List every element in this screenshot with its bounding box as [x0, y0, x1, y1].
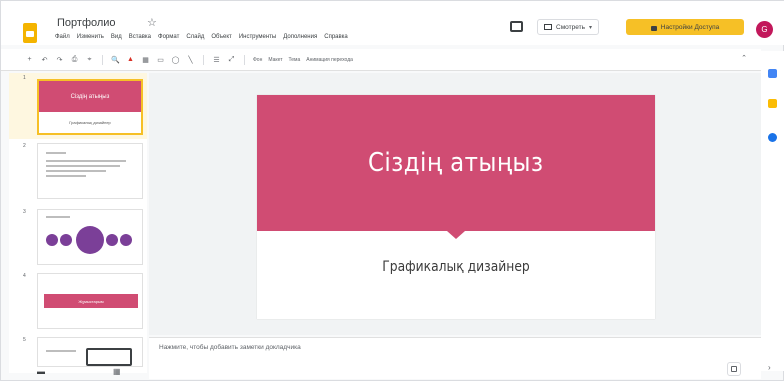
- thumbnail-text-line: [46, 160, 126, 162]
- chevron-down-icon[interactable]: ▾: [589, 24, 592, 31]
- menu-format[interactable]: Формат: [158, 34, 179, 40]
- line-icon[interactable]: ╲: [186, 55, 195, 64]
- filmstrip-slide[interactable]: 3: [9, 207, 147, 269]
- slide-title-band: Сіздің атыңыз: [257, 95, 655, 231]
- thumbnail-circle: [120, 234, 132, 246]
- thumbnail-text-line: [46, 175, 86, 177]
- print-icon[interactable]: ⎙: [70, 55, 79, 64]
- redo-icon[interactable]: ↷: [55, 55, 64, 64]
- keep-icon[interactable]: [768, 99, 777, 108]
- layout-button[interactable]: Макет: [268, 57, 282, 63]
- filmstrip-view-icon[interactable]: ▬: [37, 367, 45, 376]
- thumbnail-circle: [76, 226, 104, 254]
- menu-file[interactable]: Файл: [55, 34, 70, 40]
- slide-thumbnail[interactable]: Жұмыстарым: [37, 273, 143, 329]
- slide-thumbnail[interactable]: [37, 337, 143, 367]
- menu-view[interactable]: Вид: [111, 34, 122, 40]
- thumbnail-text-line: [46, 216, 70, 218]
- image-icon[interactable]: ▭: [156, 55, 165, 64]
- slide-arrow-decoration: [447, 231, 465, 239]
- background-button[interactable]: Фон: [253, 57, 262, 63]
- thumbnail-device-image: [86, 348, 132, 366]
- menu-addons[interactable]: Дополнения: [283, 34, 317, 40]
- slide-number: 3: [23, 209, 26, 215]
- slide-thumbnail[interactable]: [37, 209, 143, 265]
- explore-icon: [731, 366, 737, 372]
- slide-subtitle[interactable]: Графикалық дизайнер: [281, 259, 631, 275]
- share-label: Настройки Доступа: [660, 23, 720, 31]
- filmstrip-slide[interactable]: 4 Жұмыстарым: [9, 271, 147, 333]
- comment-icon[interactable]: [510, 21, 523, 32]
- slide-number: 5: [23, 337, 26, 343]
- current-slide[interactable]: Сіздің атыңыз Графикалық дизайнер: [257, 95, 655, 319]
- toolbar-divider: [102, 54, 103, 65]
- present-label: Смотреть: [556, 23, 585, 31]
- toolbar-divider: [203, 54, 204, 65]
- thumbnail-subtitle: Графикалық дизайнер: [69, 120, 111, 126]
- calendar-icon[interactable]: [768, 69, 777, 78]
- menu-bar: Файл Изменить Вид Вставка Формат Слайд О…: [55, 34, 348, 40]
- grid-view-icon[interactable]: ▦: [113, 367, 121, 376]
- header: Портфолио ☆ Файл Изменить Вид Вставка Фо…: [1, 1, 784, 45]
- thumbnail-band: Жұмыстарым: [44, 294, 138, 308]
- thumbnail-circle: [106, 234, 118, 246]
- avatar[interactable]: G: [756, 21, 773, 38]
- present-icon: [544, 24, 552, 30]
- slide-thumbnail[interactable]: Сіздің атыңыз Графикалық дизайнер: [37, 79, 143, 135]
- paint-format-icon[interactable]: ⌖: [85, 55, 94, 64]
- theme-button[interactable]: Тема: [289, 57, 301, 63]
- lock-icon: [650, 25, 657, 31]
- new-slide-icon[interactable]: +: [25, 55, 34, 64]
- menu-object[interactable]: Объект: [211, 34, 231, 40]
- slides-app: Портфолио ☆ Файл Изменить Вид Вставка Фо…: [0, 0, 784, 381]
- menu-help[interactable]: Справка: [324, 34, 348, 40]
- thumbnail-text-line: [46, 170, 106, 172]
- thumbnail-circle: [60, 234, 72, 246]
- slides-logo-icon[interactable]: [23, 23, 37, 43]
- document-title[interactable]: Портфолио: [57, 17, 116, 29]
- thumbnail-title: Сіздің атыңыз: [39, 81, 141, 113]
- side-panel: [761, 51, 784, 371]
- filmstrip-slide[interactable]: 1 Сіздің атыңыз Графикалық дизайнер: [9, 73, 147, 139]
- slide-filmstrip: 1 Сіздің атыңыз Графикалық дизайнер 2 3: [9, 73, 147, 373]
- thumbnail-text-line: [46, 350, 76, 352]
- shape-icon[interactable]: ◯: [171, 55, 180, 64]
- toolbar: + ↶ ↷ ⎙ ⌖ 🔍 ▲ ▦ ▭ ◯ ╲ ☰ ⤢ Фон Макет Тема…: [1, 49, 761, 71]
- speaker-notes[interactable]: Нажмите, чтобы добавить заметки докладчи…: [149, 337, 761, 379]
- textbox-icon[interactable]: ▦: [141, 55, 150, 64]
- slide-canvas: Сіздің атыңыз Графикалық дизайнер: [149, 73, 761, 335]
- select-cursor-icon[interactable]: ▲: [126, 55, 135, 64]
- slide-title[interactable]: Сіздің атыңыз: [368, 148, 544, 178]
- zoom-icon[interactable]: 🔍: [111, 55, 120, 64]
- undo-icon[interactable]: ↶: [40, 55, 49, 64]
- filmstrip-slide[interactable]: 5: [9, 335, 147, 369]
- menu-insert[interactable]: Вставка: [129, 34, 151, 40]
- menu-slide[interactable]: Слайд: [186, 34, 204, 40]
- background-icon[interactable]: ⤢: [227, 55, 236, 64]
- filmstrip-slide[interactable]: 2: [9, 141, 147, 203]
- transition-button[interactable]: Анимация перехода: [306, 57, 353, 63]
- share-button[interactable]: Настройки Доступа: [626, 19, 744, 35]
- collapse-toolbar-icon[interactable]: ⌃: [741, 54, 747, 62]
- present-button[interactable]: Смотреть ▾: [537, 19, 600, 35]
- thumbnail-text-line: [46, 152, 66, 154]
- slide-number: 2: [23, 143, 26, 149]
- menu-tools[interactable]: Инструменты: [239, 34, 276, 40]
- tasks-icon[interactable]: [768, 133, 777, 142]
- thumbnail-text-line: [46, 165, 120, 167]
- star-icon[interactable]: ☆: [147, 16, 157, 29]
- explore-button[interactable]: [727, 362, 741, 376]
- speaker-notes-placeholder[interactable]: Нажмите, чтобы добавить заметки докладчи…: [159, 344, 301, 351]
- menu-edit[interactable]: Изменить: [77, 34, 104, 40]
- slide-number: 1: [23, 75, 26, 81]
- toolbar-divider: [244, 54, 245, 65]
- chevron-right-icon[interactable]: ›: [768, 363, 771, 372]
- slide-number: 4: [23, 273, 26, 279]
- thumbnail-circle: [46, 234, 58, 246]
- slide-thumbnail[interactable]: [37, 143, 143, 199]
- comment-add-icon[interactable]: ☰: [212, 55, 221, 64]
